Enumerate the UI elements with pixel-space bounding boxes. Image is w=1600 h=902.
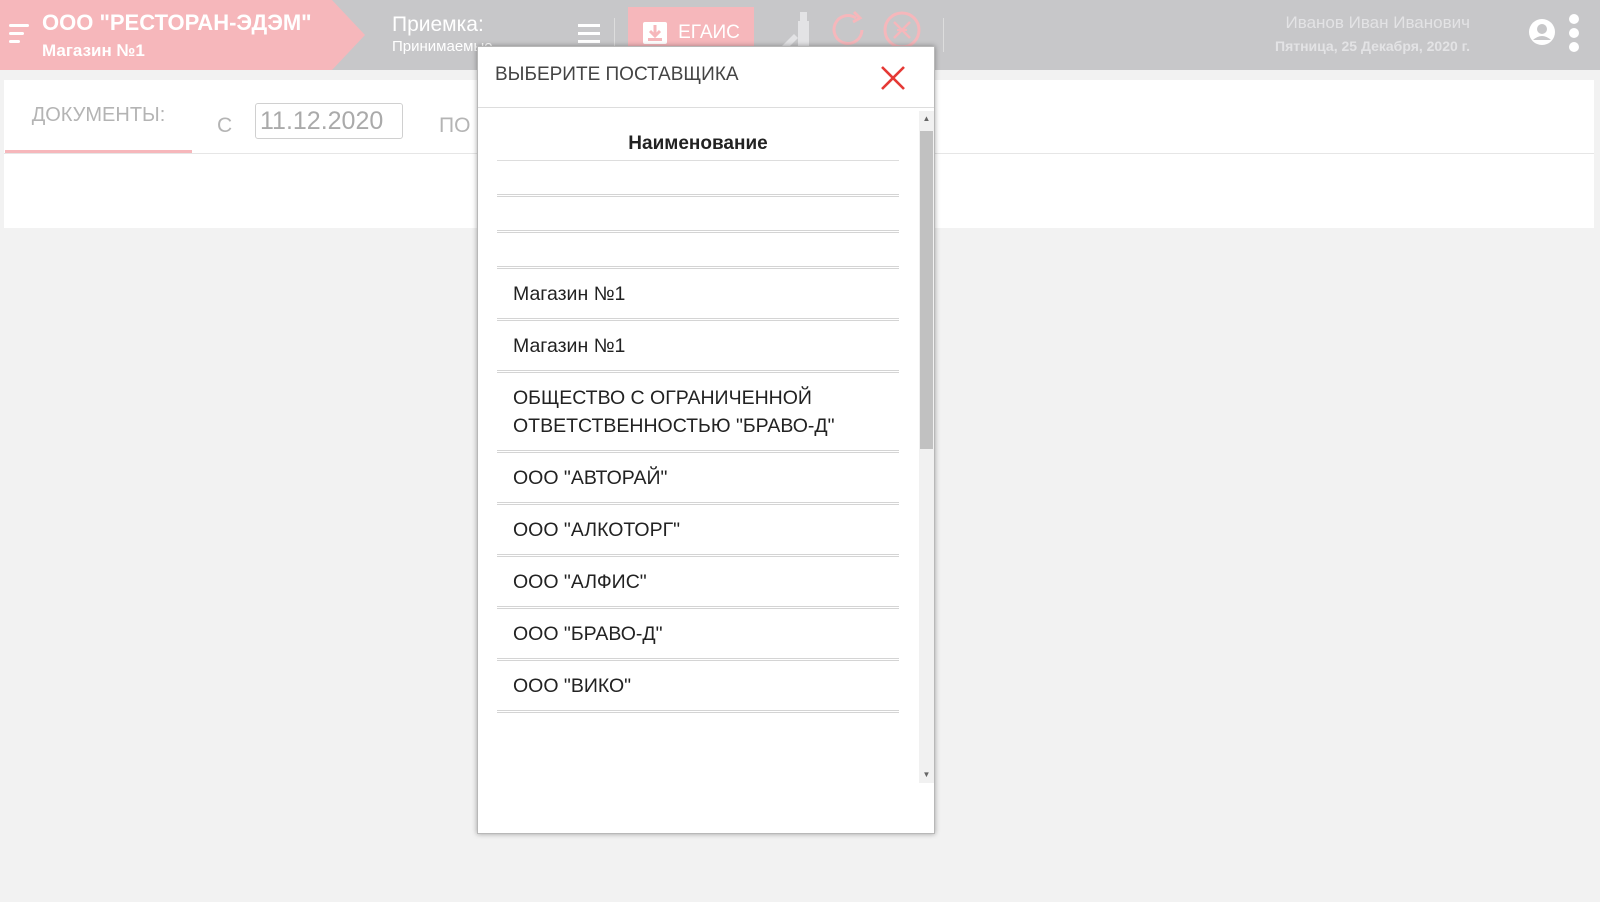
section-title: Приемка: [392, 13, 484, 36]
supplier-row[interactable]: ООО "АЛФИС" [497, 557, 899, 609]
column-header-name: Наименование [497, 111, 899, 161]
supplier-select-dialog: ВЫБЕРИТЕ ПОСТАВЩИКА Наименование Магазин… [477, 46, 935, 834]
date-from-input[interactable] [255, 103, 403, 139]
supplier-row[interactable] [497, 161, 899, 197]
more-vert-icon[interactable] [1567, 14, 1581, 56]
close-icon[interactable] [880, 65, 906, 91]
scroll-down-arrow-icon[interactable]: ▼ [919, 767, 934, 783]
scrollbar-thumb[interactable] [920, 131, 933, 449]
supplier-row[interactable]: ООО "АЛКОТОРГ" [497, 505, 899, 557]
tab-documents[interactable]: ДОКУМЕНТЫ: [5, 80, 192, 154]
supplier-row[interactable]: Магазин №1 [497, 321, 899, 373]
supplier-row[interactable]: ООО "АВТОРАЙ" [497, 453, 899, 505]
supplier-row[interactable]: ООО "БРАВО-Д" [497, 609, 899, 661]
brand-block[interactable]: ООО "РЕСТОРАН-ЭДЭМ" Магазин №1 [0, 0, 365, 70]
account-circle-icon[interactable] [1528, 18, 1556, 46]
list-scrollbar[interactable]: ▲ ▼ [919, 111, 934, 783]
store-name: Магазин №1 [42, 41, 145, 60]
download-icon [643, 22, 668, 44]
supplier-row[interactable]: Магазин №1 [497, 269, 899, 321]
supplier-row[interactable]: ООО "ВИКО" [497, 661, 899, 713]
supplier-row[interactable] [497, 197, 899, 233]
user-name: Иванов Иван Иванович [1285, 13, 1470, 32]
supplier-row[interactable] [497, 233, 899, 269]
supplier-list[interactable]: Наименование Магазин №1 Магазин №1 ОБЩЕС… [497, 111, 899, 783]
date-from-label: С [217, 114, 233, 137]
dialog-header-divider [478, 107, 934, 108]
supplier-row[interactable]: ОБЩЕСТВО С ОГРАНИЧЕННОЙ ОТВЕТСТВЕННОСТЬЮ… [497, 373, 899, 453]
list-menu-icon[interactable] [578, 24, 600, 46]
dialog-title: ВЫБЕРИТЕ ПОСТАВЩИКА [495, 64, 739, 85]
menu-icon[interactable] [9, 24, 29, 46]
current-date: Пятница, 25 Декабря, 2020 г. [1275, 38, 1470, 54]
egais-label: ЕГАИС [678, 22, 740, 43]
date-to-label: ПО [439, 114, 471, 137]
scroll-up-arrow-icon[interactable]: ▲ [919, 111, 934, 127]
divider [943, 18, 944, 52]
company-name: ООО "РЕСТОРАН-ЭДЭМ" [42, 10, 312, 35]
